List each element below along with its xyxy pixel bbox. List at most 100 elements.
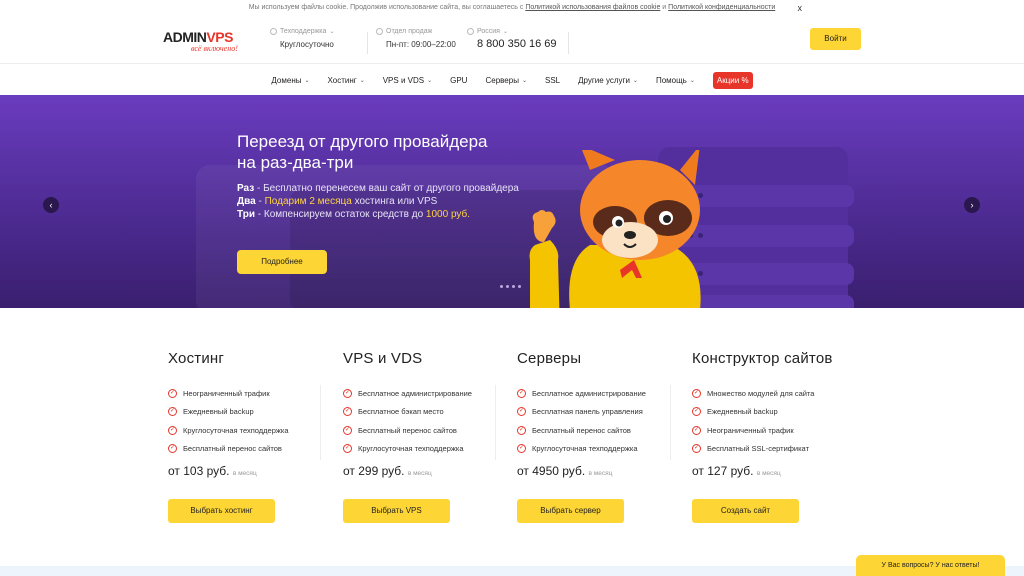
chevron-down-icon: ⌄ — [329, 29, 335, 35]
region-phone[interactable]: Россия ⌄ 8 800 350 16 69 — [467, 28, 557, 50]
hero-title: Переезд от другого провайдера на раз-два… — [237, 131, 487, 173]
feature-item: ✓ Множество модулей для сайта — [692, 388, 815, 398]
check-icon: ✓ — [343, 388, 352, 398]
check-icon: ✓ — [343, 425, 352, 435]
feature-item: ✓ Круглосуточная техподдержка — [517, 444, 638, 454]
nav-label: Другие услуги — [578, 75, 630, 85]
feature-item: ✓ Бесплатное бэкап место — [343, 407, 444, 417]
hero-title-line: Переезд от другого провайдера — [237, 132, 488, 151]
logo[interactable]: ADMINVPS всё включено! — [163, 30, 253, 56]
feature-list: ✓ Неограниченный трафик ✓ Ежедневный backu… — [168, 384, 328, 458]
hero-banner: Переезд от другого провайдера на раз-два… — [0, 95, 1024, 308]
choose-server-button[interactable]: Выбрать сервер — [517, 499, 624, 523]
feature-item: ✓ Бесплатный перенос сайтов — [517, 425, 631, 435]
feature-item: ✓ Бесплатный перенос сайтов — [168, 444, 282, 454]
check-icon: ✓ — [692, 425, 701, 435]
carousel-prev-button[interactable]: ‹ — [43, 197, 59, 213]
check-icon: ✓ — [517, 444, 526, 454]
check-icon: ✓ — [343, 444, 352, 454]
hero-step: Два - Подарим 2 месяца хостинга или VPS — [237, 196, 438, 207]
help-chat-tab[interactable]: У Вас вопросы? У нас ответы! — [856, 555, 1005, 576]
privacy-policy-link[interactable]: Политикой конфиденциальности — [668, 4, 775, 11]
product-card-servers: Серверы ✓ Бесплатное администрирование ✓ Б… — [517, 350, 677, 523]
product-price: от 127 руб. в месяц — [692, 464, 781, 478]
phone-number[interactable]: 8 800 350 16 69 — [477, 38, 557, 50]
carousel-next-button[interactable]: › — [964, 197, 980, 213]
globe-icon — [467, 28, 474, 35]
feature-item: ✓ Ежедневный backup — [168, 407, 254, 417]
hero-steps: Раз - Бесплатно перенесем ваш сайт от др… — [237, 182, 519, 221]
chevron-down-icon: ⌄ — [502, 29, 508, 35]
check-icon: ✓ — [168, 444, 177, 454]
product-title: Серверы — [517, 350, 582, 367]
nav-item-other-services[interactable]: Другие услуги ⌄ — [578, 76, 638, 85]
hero-more-button[interactable]: Подробнее — [237, 250, 327, 274]
product-card-hosting: Хостинг ✓ Неограниченный трафик ✓ Ежедневн… — [168, 350, 328, 523]
check-icon: ✓ — [168, 388, 177, 398]
main-nav: Домены ⌄ Хостинг ⌄ VPS и VDS ⌄ GPU Серверы ⌄… — [0, 65, 1024, 95]
check-icon: ✓ — [517, 388, 526, 398]
check-icon: ✓ — [168, 425, 177, 435]
chevron-down-icon: ⌄ — [427, 77, 433, 84]
cookie-and: и — [662, 4, 667, 11]
feature-item: ✓ Бесплатное администрирование — [343, 388, 472, 398]
feature-item: ✓ Круглосуточная техподдержка — [168, 425, 289, 435]
support-value: Круглосуточно — [280, 40, 334, 49]
create-site-button[interactable]: Создать сайт — [692, 499, 799, 523]
carousel-dots[interactable] — [500, 285, 521, 288]
choose-vps-button[interactable]: Выбрать VPS — [343, 499, 450, 523]
nav-item-ssl[interactable]: SSL — [545, 76, 560, 85]
nav-item-hosting[interactable]: Хостинг ⌄ — [328, 76, 365, 85]
hero-title-line: на раз-два-три — [237, 153, 354, 172]
check-icon: ✓ — [692, 444, 701, 454]
nav-label: Серверы — [485, 75, 519, 85]
support-info[interactable]: Техподдержка ⌄ Круглосуточно — [270, 28, 334, 49]
check-icon: ✓ — [517, 425, 526, 435]
hero-step: Три - Компенсируем остаток средств до 10… — [237, 209, 471, 220]
product-price: от 4950 руб. в месяц — [517, 464, 613, 478]
nav-item-vps[interactable]: VPS и VDS ⌄ — [383, 76, 432, 85]
divider — [568, 32, 569, 54]
cookie-bar: Мы используем файлы cookie. Продолжив ис… — [0, 0, 1024, 16]
nav-label: Помощь — [655, 75, 687, 85]
cookie-text: Мы используем файлы cookie. Продолжив ис… — [248, 4, 524, 11]
chevron-down-icon: ⌄ — [689, 77, 695, 84]
clock-icon — [270, 28, 277, 35]
feature-item: ✓ Неограниченный трафик — [692, 425, 794, 435]
choose-hosting-button[interactable]: Выбрать хостинг — [168, 499, 275, 523]
nav-label: VPS и VDS — [382, 75, 425, 85]
cookie-close-button[interactable]: x — [798, 0, 803, 16]
nav-label: GPU — [450, 75, 468, 85]
product-price: от 299 руб. в месяц — [343, 464, 432, 478]
check-icon: ✓ — [517, 407, 526, 417]
feature-list: ✓ Бесплатное администрирование ✓ Бесплатна… — [517, 384, 677, 458]
nav-item-gpu[interactable]: GPU — [450, 76, 467, 85]
product-title: Конструктор сайтов — [692, 350, 833, 367]
product-card-site-builder: Конструктор сайтов ✓ Множество модулей дл… — [692, 350, 852, 523]
chevron-down-icon: ⌄ — [304, 77, 310, 84]
check-icon: ✓ — [692, 407, 701, 417]
logo-text-admin: ADMIN — [163, 29, 207, 45]
support-label: Техподдержка — [280, 28, 327, 35]
chevron-down-icon: ⌄ — [632, 77, 638, 84]
divider — [367, 32, 368, 54]
feature-item: ✓ Ежедневный backup — [692, 407, 778, 417]
logo-slogan: всё включено! — [191, 44, 238, 53]
cookie-policy-link[interactable]: Политикой использования файлов cookie — [525, 4, 660, 11]
feature-item: ✓ Неограниченный трафик — [168, 388, 270, 398]
site-header: ADMINVPS всё включено! Техподдержка ⌄ Кру… — [0, 16, 1024, 64]
chevron-down-icon: ⌄ — [359, 77, 365, 84]
login-button[interactable]: Войти — [810, 28, 861, 50]
product-title: Хостинг — [168, 350, 225, 367]
nav-item-help[interactable]: Помощь ⌄ — [656, 76, 695, 85]
clock-icon — [376, 28, 383, 35]
nav-item-servers[interactable]: Серверы ⌄ — [485, 76, 527, 85]
sales-hours: Пн-пт: 09:00–22:00 — [386, 40, 456, 49]
mascot-illustration — [529, 150, 701, 308]
check-icon: ✓ — [343, 407, 352, 417]
feature-item: ✓ Бесплатное администрирование — [517, 388, 646, 398]
logo-text-vps: VPS — [206, 29, 233, 45]
nav-item-domains[interactable]: Домены ⌄ — [271, 76, 309, 85]
divider — [320, 385, 321, 460]
nav-item-promo[interactable]: Акции % — [712, 71, 753, 89]
